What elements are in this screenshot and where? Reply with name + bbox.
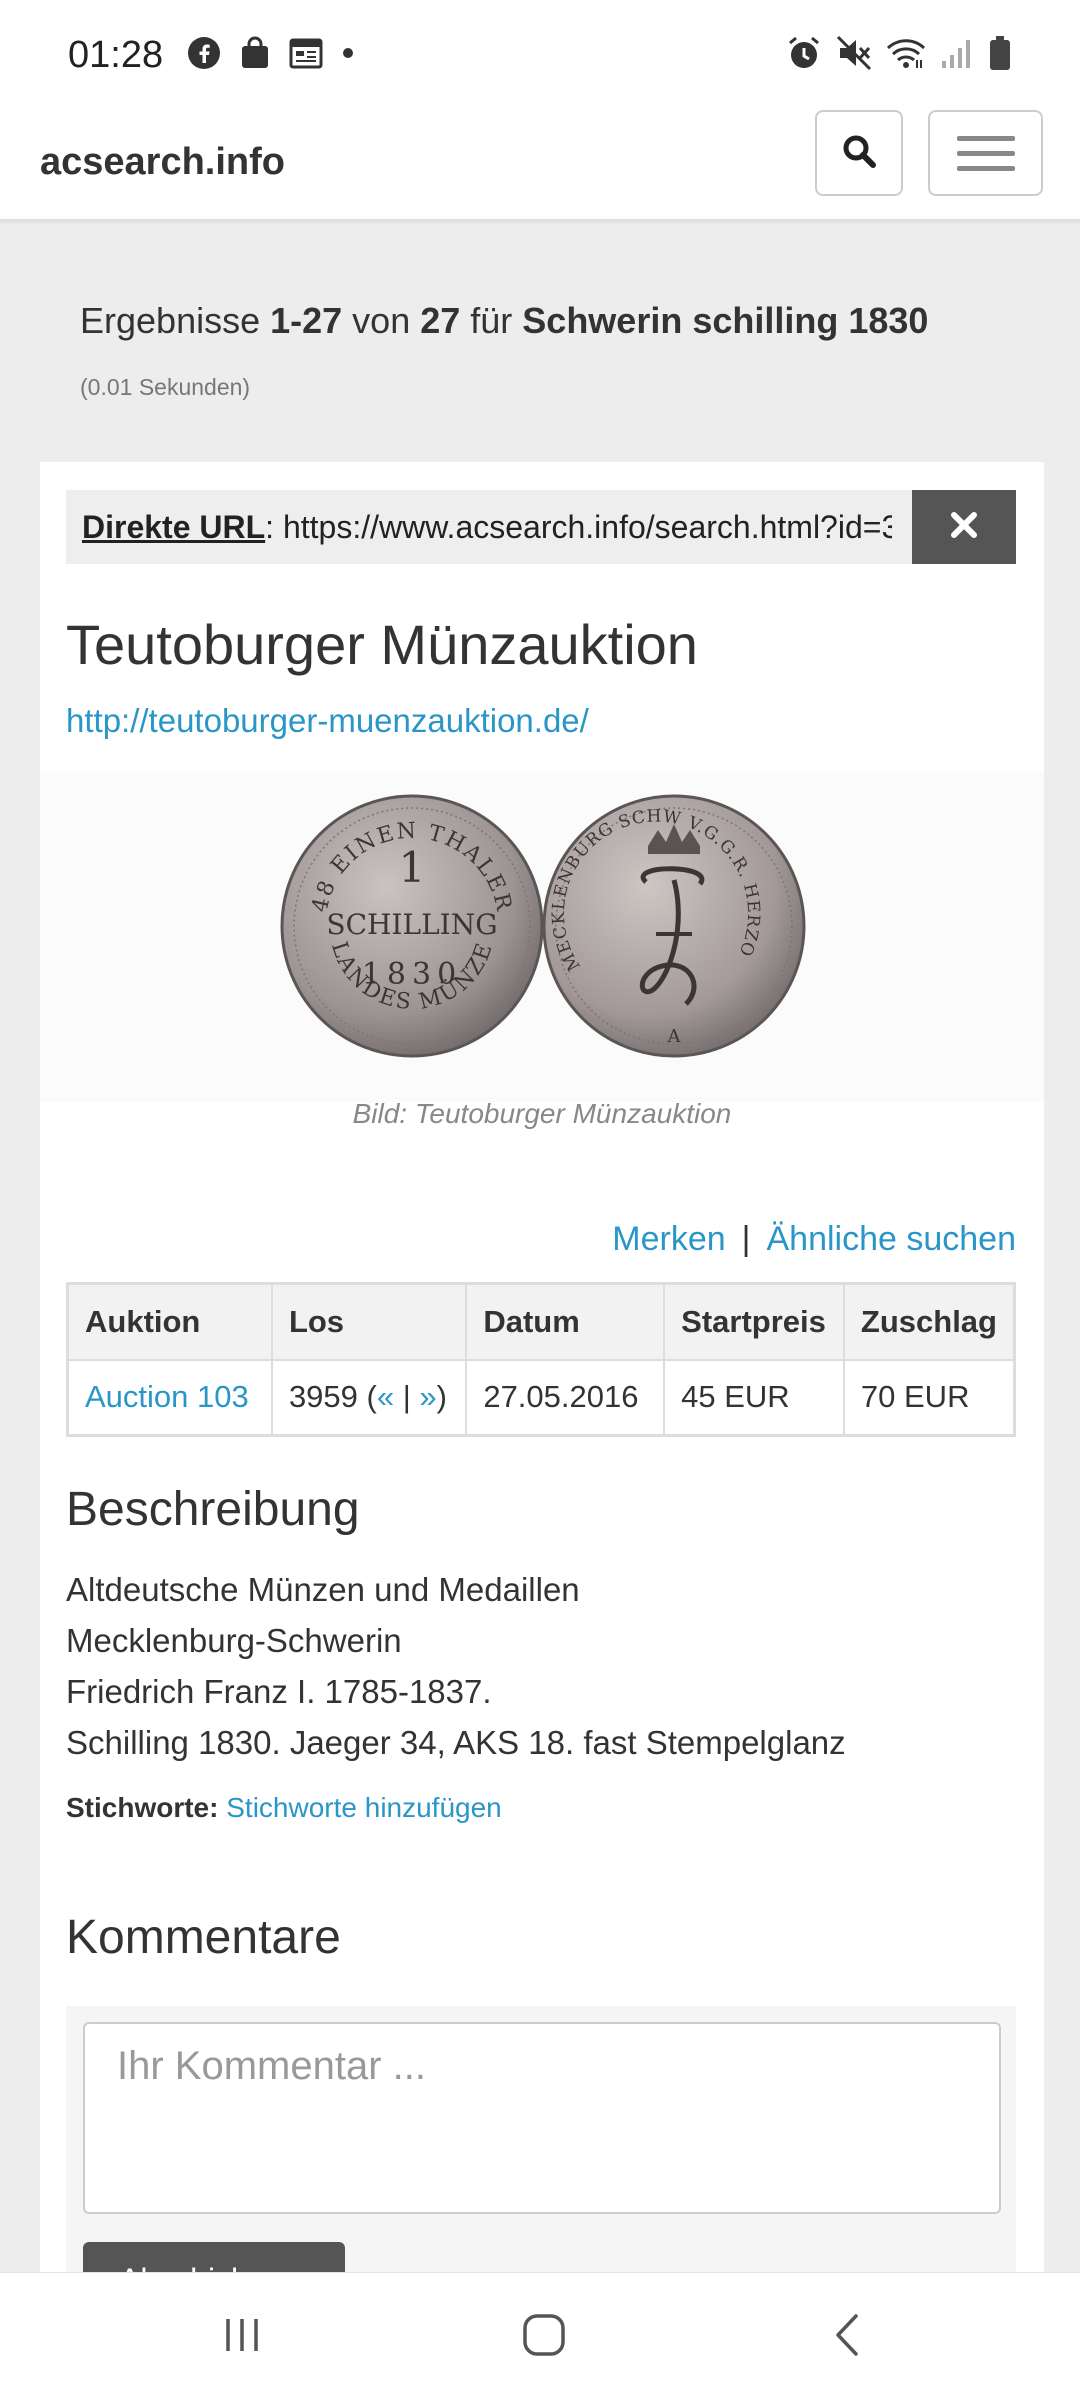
description-line: Friedrich Franz I. 1785-1837. [66, 1673, 492, 1710]
bookmark-link[interactable]: Merken [612, 1220, 725, 1258]
svg-text:1830: 1830 [362, 957, 462, 992]
navbar: acsearch.info [0, 110, 1080, 220]
results-query: Schwerin schilling 1830 [522, 300, 929, 341]
column-header: Los [271, 1283, 468, 1360]
column-header: Auktion [67, 1283, 273, 1360]
close-button[interactable] [912, 490, 1016, 564]
calendar-icon [289, 37, 323, 74]
results-range: 1-27 [270, 300, 343, 341]
description-line: Altdeutsche Münzen und Medaillen [66, 1571, 580, 1608]
description-text: Altdeutsche Münzen und Medaillen Mecklen… [66, 1564, 846, 1768]
comments-title: Kommentare [66, 1911, 341, 1964]
hamburger-menu-icon [956, 135, 1015, 141]
coin-obverse: 48 EINEN THALER LANDES MÜNZE 1 SCHILLING… [280, 794, 544, 1058]
description-title: Beschreibung [66, 1483, 360, 1536]
recents-icon [220, 2313, 264, 2362]
tags-row: Stichworte: Stichworte hinzufügen [66, 1792, 502, 1824]
status-bar: 01:28 [0, 0, 1080, 110]
svg-text:A: A [667, 1026, 682, 1047]
facebook-icon [187, 36, 221, 75]
battery-icon [988, 35, 1012, 76]
column-header: Startpreis [664, 1283, 845, 1360]
search-icon [841, 133, 877, 174]
menu-toggle-button[interactable] [928, 110, 1043, 196]
results-timing: (0.01 Sekunden) [80, 374, 251, 400]
svg-text:1: 1 [399, 843, 426, 892]
add-tags-link[interactable]: Stichworte hinzufügen [226, 1792, 502, 1823]
description-line: Schilling 1830. Jaeger 34, AKS 18. fast … [66, 1724, 846, 1761]
hammer-price: 70 EUR [843, 1358, 1015, 1436]
back-button[interactable] [778, 2273, 918, 2400]
auction-house-link[interactable]: http://teutoburger-muenzauktion.de/ [66, 702, 589, 740]
table-header-row: Auktion Los Datum Startpreis Zuschlag [67, 1283, 1015, 1360]
next-lot-link[interactable]: » [419, 1379, 436, 1414]
direct-url-bar: Direkte URL: https://www.acsearch.info/s… [66, 490, 1016, 564]
recents-button[interactable] [172, 2273, 312, 2400]
auction-date: 27.05.2016 [466, 1358, 666, 1436]
previous-lot-link[interactable]: « [377, 1379, 394, 1414]
lot-number: 3959 [288, 1379, 358, 1415]
comment-form: Abschicken [66, 2006, 1016, 2302]
column-header: Zuschlag [843, 1283, 1015, 1360]
direct-url-value[interactable]: https://www.acsearch.info/search.html?id… [283, 509, 892, 545]
results-summary: Ergebnisse 1-27 von 27 für Schwerin schi… [80, 300, 929, 341]
signal-icon [940, 36, 974, 75]
coin-image[interactable]: 48 EINEN THALER LANDES MÜNZE 1 SCHILLING… [40, 772, 1044, 1102]
auction-house-name: Teutoburger Münzauktion [66, 613, 698, 676]
brand-logo[interactable]: acsearch.info [40, 130, 285, 195]
similar-search-link[interactable]: Ähnliche suchen [766, 1220, 1016, 1258]
shopping-bag-icon [239, 36, 271, 75]
result-card: Direkte URL: https://www.acsearch.info/s… [40, 462, 1044, 2302]
dot-icon [341, 46, 355, 65]
result-actions: Merken | Ähnliche suchen [612, 1220, 1016, 1258]
table-row: Auction 103 3959 (« | ») 27.05.2016 45 E… [67, 1358, 1015, 1436]
image-caption: Bild: Teutoburger Münzauktion [352, 1098, 732, 1129]
direct-url-label[interactable]: Direkte URL [82, 509, 265, 545]
start-price: 45 EUR [664, 1358, 845, 1436]
comment-input[interactable] [83, 2022, 1001, 2214]
search-button[interactable] [815, 110, 903, 196]
column-header: Datum [466, 1283, 666, 1360]
status-time: 01:28 [68, 33, 164, 76]
home-button[interactable] [474, 2273, 614, 2400]
results-total: 27 [420, 300, 461, 341]
auction-link[interactable]: Auction 103 [85, 1379, 249, 1414]
tags-label: Stichworte: [66, 1792, 219, 1823]
mute-icon [836, 35, 872, 76]
back-icon [828, 2312, 868, 2363]
system-nav-bar [0, 2272, 1080, 2400]
alarm-icon [786, 35, 822, 76]
home-icon [521, 2312, 567, 2363]
close-icon [950, 511, 978, 544]
svg-text:SCHILLING: SCHILLING [326, 908, 497, 941]
description-line: Mecklenburg-Schwerin [66, 1622, 402, 1659]
wifi-icon [886, 36, 926, 75]
lot-table: Auktion Los Datum Startpreis Zuschlag Au… [66, 1282, 1016, 1437]
